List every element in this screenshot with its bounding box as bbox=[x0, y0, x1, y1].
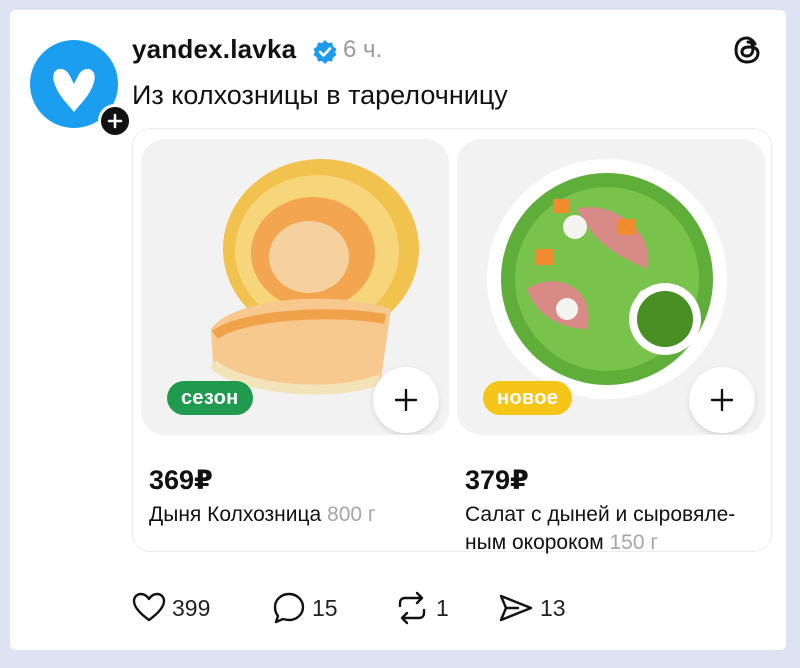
timestamp: 6 ч. bbox=[343, 36, 383, 63]
heart-icon bbox=[132, 592, 166, 622]
plus-icon bbox=[710, 388, 734, 412]
product-carousel: сезон 369₽ Дыня Колхозница 800 г новое 3… bbox=[132, 128, 772, 554]
add-to-cart-button[interactable] bbox=[373, 367, 439, 433]
product-weight: 800 г bbox=[327, 503, 376, 526]
product-name[interactable]: Дыня Колхозница 800 г bbox=[149, 501, 441, 529]
product-name[interactable]: Салат с дыней и сыровяле-ным окороком 15… bbox=[465, 501, 757, 557]
avatar[interactable] bbox=[30, 40, 132, 138]
product-title: Дыня Колхозница bbox=[149, 503, 322, 526]
post-card: yandex.lavka 6 ч. Из колхозницы в тарело… bbox=[10, 10, 786, 650]
product-card[interactable]: новое 379₽ Салат с дыней и сыровяле-ным … bbox=[457, 139, 765, 554]
season-badge: сезон bbox=[167, 381, 253, 415]
new-badge: новое bbox=[483, 381, 573, 415]
repost-button[interactable]: 1 bbox=[394, 588, 449, 628]
comment-count: 15 bbox=[312, 594, 338, 621]
share-count: 13 bbox=[540, 594, 566, 621]
product-image[interactable]: сезон bbox=[141, 139, 449, 435]
product-card[interactable]: сезон 369₽ Дыня Колхозница 800 г bbox=[141, 139, 449, 526]
share-button[interactable]: 13 bbox=[498, 588, 566, 628]
comment-icon bbox=[273, 592, 305, 624]
product-price: 369₽ bbox=[149, 465, 213, 495]
like-button[interactable]: 399 bbox=[132, 588, 210, 628]
product-price: 379₽ bbox=[465, 465, 529, 495]
repost-count: 1 bbox=[436, 594, 449, 621]
send-icon bbox=[499, 594, 533, 622]
verified-badge-icon bbox=[313, 40, 337, 64]
comment-button[interactable]: 15 bbox=[272, 588, 338, 628]
product-image[interactable]: новое bbox=[457, 139, 765, 435]
add-to-cart-button[interactable] bbox=[689, 367, 755, 433]
like-count: 399 bbox=[172, 594, 211, 621]
post-text: Из колхозницы в тарелочницу bbox=[132, 80, 508, 110]
product-title: Салат с дыней и сыровяле-ным окороком bbox=[465, 503, 736, 554]
plus-icon bbox=[394, 388, 418, 412]
product-weight: 150 г bbox=[609, 531, 659, 554]
threads-icon[interactable] bbox=[730, 32, 766, 68]
follow-button[interactable] bbox=[98, 104, 132, 138]
username[interactable]: yandex.lavka bbox=[132, 34, 296, 65]
plus-icon bbox=[107, 113, 123, 129]
repost-icon bbox=[398, 591, 426, 625]
